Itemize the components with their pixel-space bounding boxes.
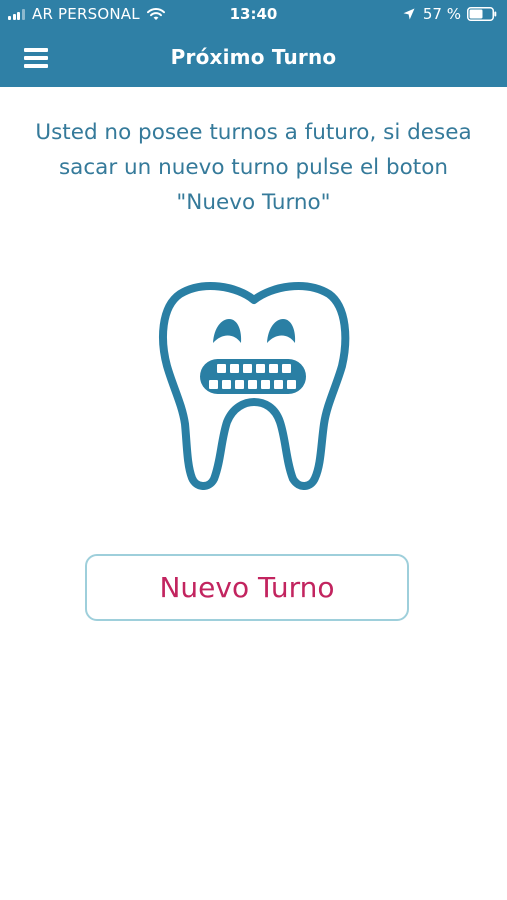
battery-icon bbox=[467, 7, 497, 21]
tooth-with-braces-icon bbox=[159, 282, 350, 490]
app-header: AR PERSONAL 13:40 57 % Próximo Turno bbox=[0, 0, 507, 87]
new-turn-button[interactable]: Nuevo Turno bbox=[85, 554, 409, 621]
status-bar: AR PERSONAL 13:40 57 % bbox=[0, 0, 507, 30]
status-right: 57 % bbox=[403, 5, 497, 23]
page-title: Próximo Turno bbox=[170, 45, 337, 69]
nav-bar: Próximo Turno bbox=[0, 30, 507, 87]
no-appointments-message: Usted no posee turnos a futuro, si desea… bbox=[35, 120, 472, 215]
battery-percent: 57 % bbox=[422, 5, 461, 23]
location-arrow-icon bbox=[403, 8, 415, 20]
